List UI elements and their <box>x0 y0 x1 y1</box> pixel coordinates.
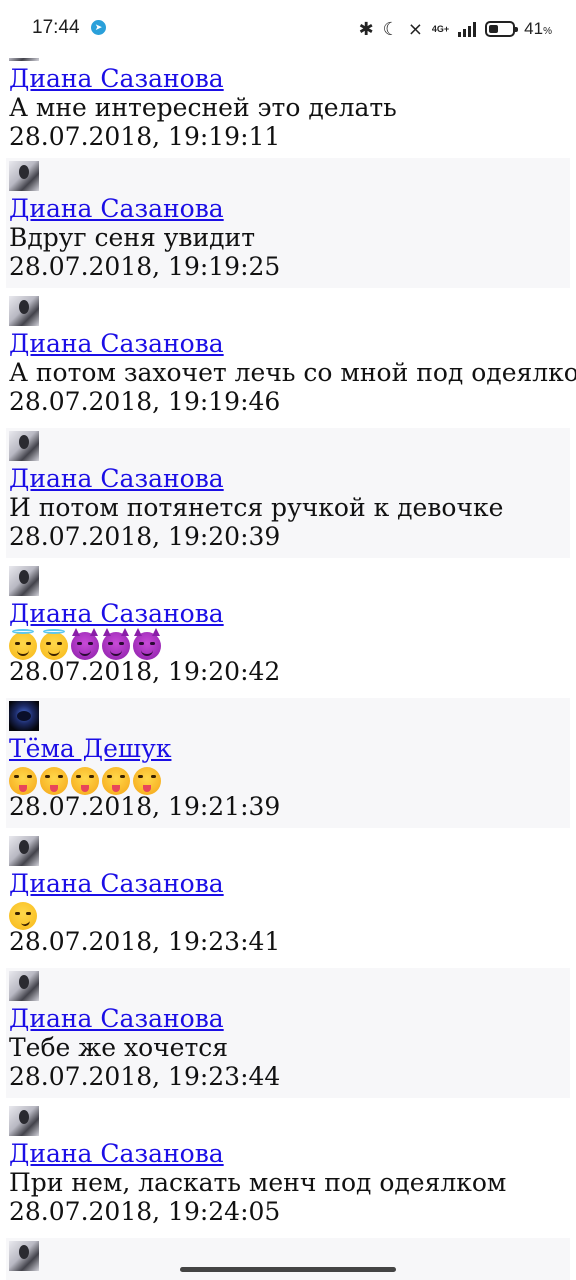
battery-percent: 41% <box>524 19 552 38</box>
message-timestamp: 28.07.2018, 19:21:39 <box>9 792 281 821</box>
author-link[interactable]: Диана Сазанова <box>9 329 224 359</box>
squinting-face-with-tongue-icon <box>40 767 68 795</box>
message-item: Диана Сазанова Вдруг сеня увидит 28.07.2… <box>6 158 570 288</box>
smiling-face-with-halo-icon <box>9 629 37 660</box>
avatar[interactable] <box>9 431 39 461</box>
smiling-face-with-horns-icon <box>133 628 161 660</box>
message-text: Вдруг сеня увидит <box>9 223 256 252</box>
avatar[interactable] <box>9 971 39 1001</box>
avatar[interactable] <box>9 566 39 596</box>
signal-icon <box>458 21 477 37</box>
squinting-face-with-tongue-icon <box>102 767 130 795</box>
message-item: Диана Сазанова 28.07.2018, 19:23:41 <box>6 833 570 963</box>
telegram-icon: ➤ <box>91 20 106 35</box>
message-item: Диана Сазанова И потом потянется ручкой … <box>6 428 570 558</box>
squinting-face-with-tongue-icon <box>71 767 99 795</box>
squinting-face-with-tongue-icon <box>133 767 161 795</box>
author-link[interactable]: Диана Сазанова <box>9 869 224 899</box>
author-link[interactable]: Диана Сазанова <box>9 64 224 94</box>
author-link[interactable]: Диана Сазанова <box>9 1139 224 1169</box>
squinting-face-with-tongue-icon <box>9 767 37 795</box>
emoji-row <box>9 902 37 930</box>
moon-icon: ☾ <box>382 19 399 39</box>
network-type-label: 4G+ <box>431 23 450 34</box>
author-link[interactable]: Диана Сазанова <box>9 464 224 494</box>
avatar[interactable] <box>9 701 39 731</box>
emoji-row <box>9 767 161 795</box>
message-item: Диана Сазанова А потом захочет лечь со м… <box>6 293 576 423</box>
avatar[interactable] <box>9 296 39 326</box>
message-timestamp: 28.07.2018, 19:23:41 <box>9 927 281 956</box>
author-link[interactable]: Диана Сазанова <box>9 194 224 224</box>
message-item: Тёма Дешук 28.07.2018, 19:21:39 <box>6 698 570 828</box>
avatar[interactable] <box>9 836 39 866</box>
message-text: А мне интереснeй это делать <box>9 93 397 122</box>
status-bar: 17:44 ➤ ✱ ☾ ⨯ 4G+ 41% <box>0 0 576 58</box>
battery-icon <box>485 21 519 37</box>
home-indicator[interactable] <box>180 1267 396 1272</box>
message-text: При нем, ласкать менч под одеялком <box>9 1168 507 1197</box>
smiling-face-with-halo-icon <box>40 629 68 660</box>
message-item <box>6 1238 570 1280</box>
bluetooth-icon: ✱ <box>358 19 374 39</box>
author-link[interactable]: Диана Сазанова <box>9 1004 224 1034</box>
message-timestamp: 28.07.2018, 19:24:05 <box>9 1197 281 1226</box>
smiling-face-with-horns-icon <box>71 628 99 660</box>
message-item: Диана Сазанова Тебе же хочется 28.07.201… <box>6 968 570 1098</box>
message-timestamp: 28.07.2018, 19:20:42 <box>9 657 281 686</box>
message-text: А потом захочет лечь со мной под одеялко <box>9 358 576 387</box>
message-timestamp: 28.07.2018, 19:19:25 <box>9 252 281 281</box>
message-item: Диана Сазанова При нем, ласкать менч под… <box>6 1103 570 1233</box>
message-text: И потом потянется ручкой к девочке <box>9 493 504 522</box>
message-text: Тебе же хочется <box>9 1033 229 1062</box>
message-timestamp: 28.07.2018, 19:23:44 <box>9 1062 281 1091</box>
smirking-face-icon <box>9 902 37 930</box>
message-item: Диана Сазанова 28.07.2018, 19:20:42 <box>6 563 570 693</box>
message-timestamp: 28.07.2018, 19:19:11 <box>9 122 281 151</box>
message-timestamp: 28.07.2018, 19:20:39 <box>9 522 281 551</box>
emoji-row <box>9 628 161 660</box>
avatar[interactable] <box>9 1106 39 1136</box>
status-time: 17:44 <box>32 17 80 38</box>
smiling-face-with-horns-icon <box>102 628 130 660</box>
author-link[interactable]: Тёма Дешук <box>9 734 171 764</box>
message-timestamp: 28.07.2018, 19:19:46 <box>9 387 281 416</box>
vibrate-off-icon: ⨯ <box>407 19 423 39</box>
avatar[interactable] <box>9 161 39 191</box>
author-link[interactable]: Диана Сазанова <box>9 599 224 629</box>
avatar[interactable] <box>9 1241 39 1271</box>
